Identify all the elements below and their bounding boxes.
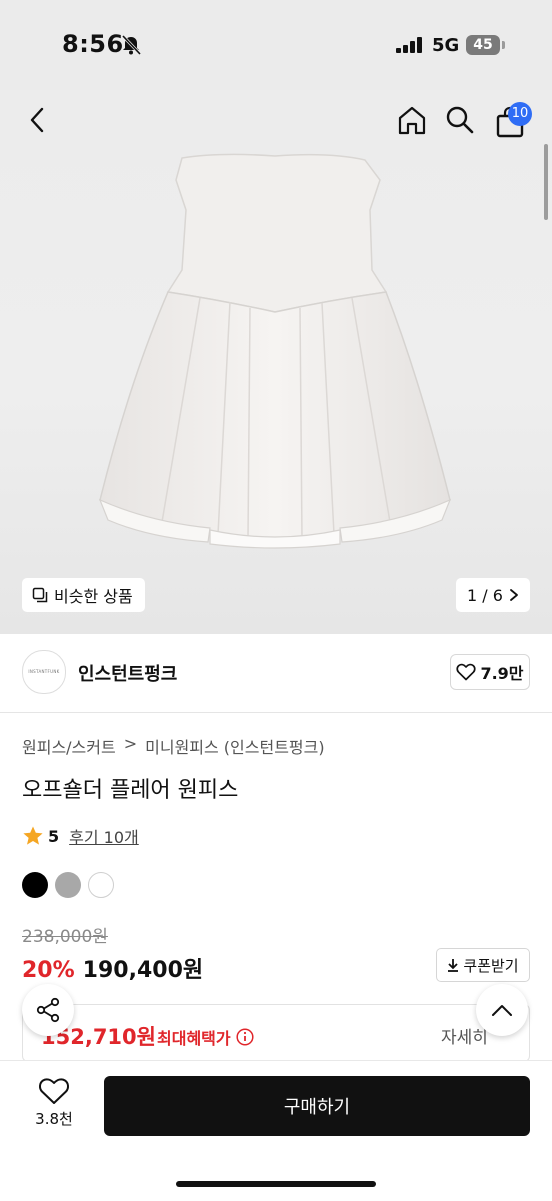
brand-like-button[interactable]: 7.9만 [450,654,530,690]
color-swatch-gray[interactable] [55,872,81,898]
rating-value: 5 [48,826,60,846]
network-type: 5G [432,35,460,56]
image-counter-button[interactable]: 1 / 6 [456,578,530,612]
cart-count-badge: 10 [508,102,532,126]
wishlist-button[interactable] [38,1076,70,1110]
color-swatch-black[interactable] [22,872,48,898]
breadcrumb-subcategory[interactable]: 미니원피스 (인스턴트펑크) [145,734,325,758]
coupon-label: 쿠폰받기 [463,956,519,975]
share-icon [36,997,60,1023]
product-image [98,153,452,549]
chevron-right-icon [510,589,518,601]
buy-button[interactable]: 구매하기 [104,1076,530,1136]
info-icon[interactable] [236,1028,254,1046]
image-counter: 1 / 6 [467,585,503,605]
wishlist-count: 3.8천 [35,1110,73,1128]
brand-name[interactable]: 인스턴트펑크 [78,660,177,686]
max-benefit-text: 최대혜택가 [157,1029,231,1048]
search-button[interactable] [440,100,480,140]
detail-link[interactable]: 자세히 [441,1023,488,1048]
price-row: 20% 190,400원 [22,952,203,984]
copy-icon [32,587,48,603]
share-button[interactable] [22,984,74,1036]
star-icon [23,826,43,845]
download-icon [448,959,459,972]
search-icon [446,106,474,134]
original-price: 238,000원 [22,927,108,947]
similar-products-button[interactable]: 비슷한 상품 [22,578,145,612]
breadcrumb: 원피스/스커트 > 미니원피스 (인스턴트펑크) [22,734,325,758]
brand-like-count: 7.9만 [480,664,524,683]
status-time: 8:56 [62,30,124,58]
review-count-link[interactable]: 후기 10개 [69,824,139,848]
product-title: 오프숄더 플레어 원피스 [22,778,239,803]
heart-icon [39,1078,69,1104]
bell-slash-icon [121,34,142,56]
similar-products-label: 비슷한 상품 [54,587,133,606]
battery-tip [502,41,505,49]
sale-price: 190,400원 [82,958,204,983]
chevron-up-icon [492,1005,512,1016]
signal-icon [396,37,422,53]
breadcrumb-separator: > [123,734,138,753]
max-benefit-box[interactable]: 152,710원 최대혜택가 자세히 [22,1004,530,1062]
brand-row[interactable]: INSTANTFUNK 인스턴트펑크 7.9만 [0,634,552,713]
status-bar: 8:56 5G 45 [0,0,552,90]
breadcrumb-category[interactable]: 원피스/스커트 [22,734,116,758]
back-button[interactable] [18,100,58,140]
max-benefit-label: 최대혜택가 [157,1025,254,1049]
heart-icon [456,663,477,681]
rating-row: 5 후기 10개 [22,824,139,848]
scrollbar[interactable] [544,144,548,220]
scroll-top-button[interactable] [476,984,528,1036]
coupon-button[interactable]: 쿠폰받기 [436,948,530,982]
home-icon [398,106,426,135]
battery-icon: 45 [466,35,500,55]
home-button[interactable] [392,100,432,140]
home-indicator [176,1181,376,1187]
discount-rate: 20% [22,958,75,983]
chevron-left-icon [30,107,44,133]
brand-logo[interactable]: INSTANTFUNK [22,650,66,694]
color-swatch-white[interactable] [88,872,114,898]
